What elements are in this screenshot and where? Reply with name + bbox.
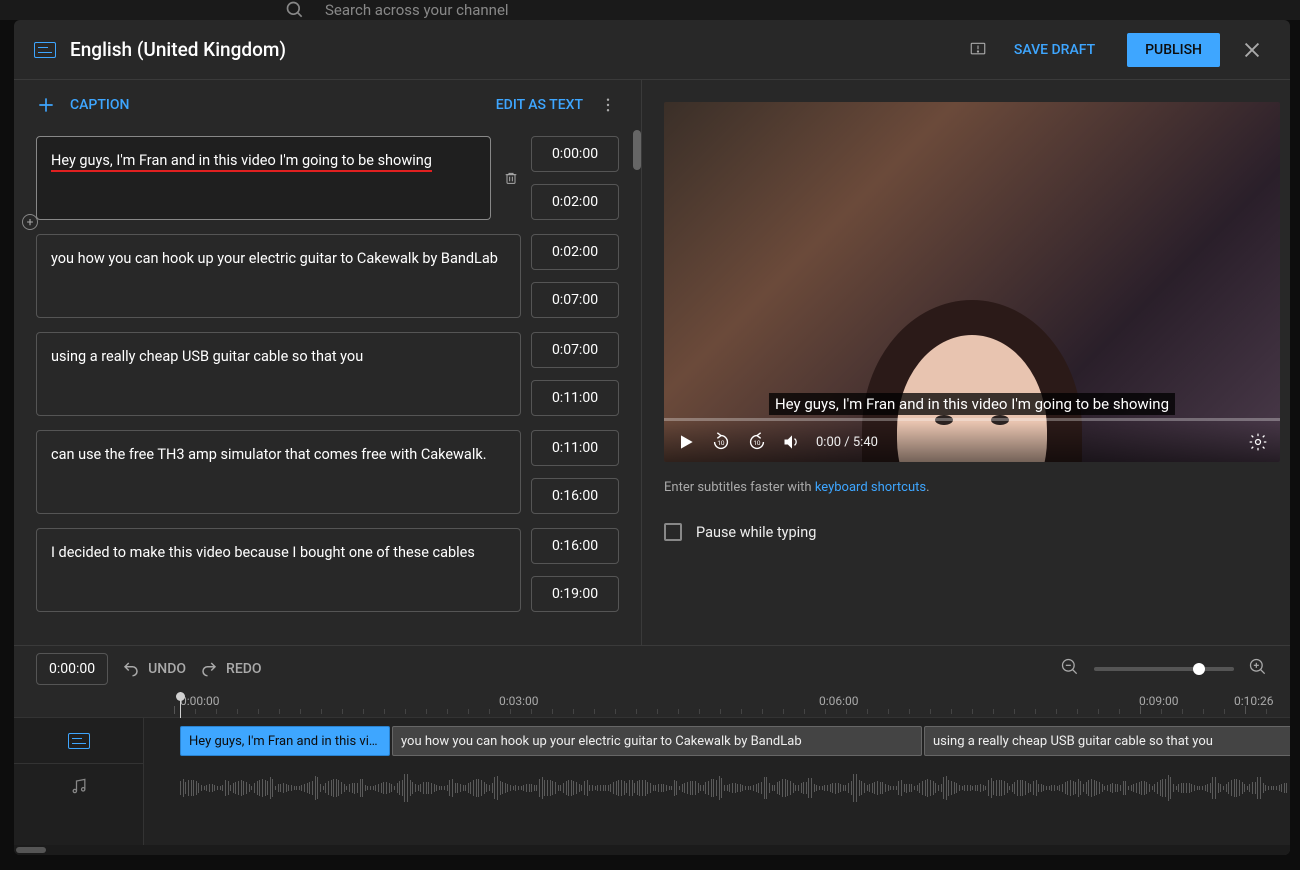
zoom-slider[interactable] xyxy=(1094,667,1234,671)
pause-while-typing-checkbox[interactable] xyxy=(664,523,682,541)
subtitle-editor-dialog: English (United Kingdom) SAVE DRAFT PUBL… xyxy=(14,20,1290,855)
timeline-segment[interactable]: Hey guys, I'm Fran and in this vid… xyxy=(180,726,390,756)
caption-end-time[interactable]: 0:11:00 xyxy=(531,380,619,416)
caption-track-icon[interactable] xyxy=(14,718,143,763)
preview-pane: Hey guys, I'm Fran and in this video I'm… xyxy=(642,80,1290,645)
dialog-title: English (United Kingdom) xyxy=(70,38,960,61)
edit-as-text-button[interactable]: EDIT AS TEXT xyxy=(496,97,583,113)
ruler-label: 0:09:00 xyxy=(1139,694,1179,708)
search-icon xyxy=(285,0,305,20)
ruler-label: 0:00:00 xyxy=(180,694,220,708)
caption-row[interactable]: can use the free TH3 amp simulator that … xyxy=(36,430,619,514)
search-placeholder: Search across your channel xyxy=(325,1,509,19)
caption-text[interactable]: can use the free TH3 amp simulator that … xyxy=(36,430,521,514)
timeline-panel: 0:00:00 UNDO REDO 0:00:000:03:000:06:000… xyxy=(14,645,1290,855)
timeline-ruler[interactable]: 0:00:00 0:03:00 0:06:00 0:09:00 0:10:26 xyxy=(14,692,1290,718)
timeline-timecode[interactable]: 0:00:00 xyxy=(36,653,108,685)
caption-end-time[interactable]: 0:19:00 xyxy=(531,576,619,612)
video-controls: 10 10 0:00 / 5:40 xyxy=(664,422,1280,462)
background-search: Search across your channel xyxy=(0,0,1300,20)
caption-text[interactable]: Hey guys, I'm Fran and in this video I'm… xyxy=(36,136,491,220)
audio-track-icon[interactable] xyxy=(14,763,143,808)
timeline-track-body[interactable]: Hey guys, I'm Fran and in this vid…you h… xyxy=(144,718,1290,845)
svg-text:10: 10 xyxy=(717,439,725,447)
caption-row[interactable]: using a really cheap USB guitar cable so… xyxy=(36,332,619,416)
save-draft-button[interactable]: SAVE DRAFT xyxy=(996,42,1113,58)
video-caption-overlay: Hey guys, I'm Fran and in this video I'm… xyxy=(769,393,1175,415)
more-options-button[interactable] xyxy=(597,87,619,123)
add-caption-label: CAPTION xyxy=(70,97,129,113)
video-progress-bar[interactable] xyxy=(664,418,1280,421)
add-caption-button[interactable]: CAPTION xyxy=(36,95,129,115)
play-button[interactable] xyxy=(676,432,696,452)
scrollbar[interactable] xyxy=(633,130,641,170)
caption-row[interactable]: I decided to make this video because I b… xyxy=(36,528,619,612)
forward-10-button[interactable]: 10 xyxy=(746,431,768,453)
timeline-segment[interactable]: you how you can hook up your electric gu… xyxy=(392,726,922,756)
timeline-segment[interactable]: using a really cheap USB guitar cable so… xyxy=(924,726,1290,756)
ruler-label: 0:06:00 xyxy=(819,694,859,708)
caption-row[interactable]: Hey guys, I'm Fran and in this video I'm… xyxy=(36,136,619,220)
settings-button[interactable] xyxy=(1248,432,1268,452)
redo-button[interactable]: REDO xyxy=(200,660,262,678)
close-button[interactable] xyxy=(1234,32,1270,68)
caption-text[interactable]: using a really cheap USB guitar cable so… xyxy=(36,332,521,416)
dialog-header: English (United Kingdom) SAVE DRAFT PUBL… xyxy=(14,20,1290,80)
caption-row[interactable]: you how you can hook up your electric gu… xyxy=(36,234,619,318)
ruler-label: 0:03:00 xyxy=(499,694,539,708)
caption-end-time[interactable]: 0:16:00 xyxy=(531,478,619,514)
undo-button[interactable]: UNDO xyxy=(122,660,186,678)
captions-icon xyxy=(34,42,56,58)
keyboard-tip: Enter subtitles faster with keyboard sho… xyxy=(664,480,1280,495)
caption-text[interactable]: I decided to make this video because I b… xyxy=(36,528,521,612)
caption-start-time[interactable]: 0:07:00 xyxy=(531,332,619,368)
keyboard-shortcuts-link[interactable]: keyboard shortcuts xyxy=(815,480,926,495)
captions-pane: CAPTION EDIT AS TEXT Hey guys, I'm Fran … xyxy=(14,80,642,645)
pause-while-typing-label: Pause while typing xyxy=(696,524,816,541)
caption-start-time[interactable]: 0:11:00 xyxy=(531,430,619,466)
zoom-in-button[interactable] xyxy=(1248,657,1268,681)
rewind-10-button[interactable]: 10 xyxy=(710,431,732,453)
caption-start-time[interactable]: 0:02:00 xyxy=(531,234,619,270)
audio-waveform xyxy=(144,768,1290,808)
delete-caption-button[interactable] xyxy=(501,136,521,220)
video-preview[interactable]: Hey guys, I'm Fran and in this video I'm… xyxy=(664,102,1280,462)
zoom-out-button[interactable] xyxy=(1060,657,1080,681)
caption-text[interactable]: you how you can hook up your electric gu… xyxy=(36,234,521,318)
video-time: 0:00 / 5:40 xyxy=(816,435,878,450)
ruler-label: 0:10:26 xyxy=(1234,694,1274,708)
publish-button[interactable]: PUBLISH xyxy=(1127,33,1220,67)
caption-end-time[interactable]: 0:07:00 xyxy=(531,282,619,318)
caption-end-time[interactable]: 0:02:00 xyxy=(531,184,619,220)
insert-caption-button[interactable]: + xyxy=(22,214,38,230)
feedback-icon[interactable] xyxy=(960,32,996,68)
svg-text:10: 10 xyxy=(753,439,761,447)
caption-list[interactable]: Hey guys, I'm Fran and in this video I'm… xyxy=(14,130,641,645)
timeline-scrollbar[interactable] xyxy=(14,845,1290,855)
caption-start-time[interactable]: 0:00:00 xyxy=(531,136,619,172)
volume-button[interactable] xyxy=(782,432,802,452)
caption-start-time[interactable]: 0:16:00 xyxy=(531,528,619,564)
